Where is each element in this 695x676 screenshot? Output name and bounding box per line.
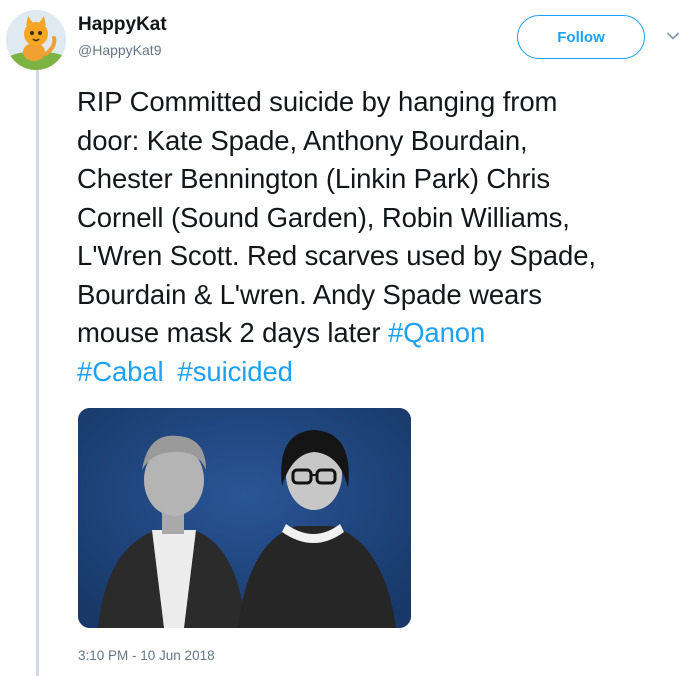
cat-avatar-icon <box>6 10 66 70</box>
tweet-line: Cornell (Sound Garden), Robin Williams, <box>77 201 570 233</box>
hashtag-link[interactable]: #Cabal <box>77 356 164 387</box>
tweet-photo[interactable] <box>78 408 411 628</box>
hashtag-link[interactable]: #Qanon <box>388 317 485 348</box>
tweet-line: L'Wren Scott. Red scarves used by Spade, <box>77 240 596 271</box>
chevron-down-icon[interactable] <box>665 28 681 44</box>
timestamp[interactable]: 3:10 PM - 10 Jun 2018 <box>78 648 215 663</box>
tweet-line: Chester Bennington (Linkin Park) Chris <box>77 163 551 194</box>
tweet-line: door: Kate Spade, Anthony Bourdain, <box>77 124 528 156</box>
tweet-line: #Cabal #suicided <box>77 353 687 392</box>
tweet-line: mouse mask 2 days later #Qanon <box>77 314 687 353</box>
avatar[interactable] <box>6 10 66 70</box>
follow-button[interactable]: Follow <box>517 15 645 59</box>
tweet-line: Bourdain & L'wren. Andy Spade wears <box>77 278 542 310</box>
display-name[interactable]: HappyKat <box>78 14 167 36</box>
tweet-line-text: mouse mask 2 days later <box>77 317 388 348</box>
user-handle[interactable]: @HappyKat9 <box>78 42 161 58</box>
thread-line <box>36 70 39 676</box>
tweet-line: RIP Committed suicide by hanging from <box>77 86 558 117</box>
photo-image <box>78 408 411 628</box>
tweet-text: RIP Committed suicide by hanging from do… <box>77 83 687 391</box>
hashtag-link[interactable]: #suicided <box>178 356 293 387</box>
